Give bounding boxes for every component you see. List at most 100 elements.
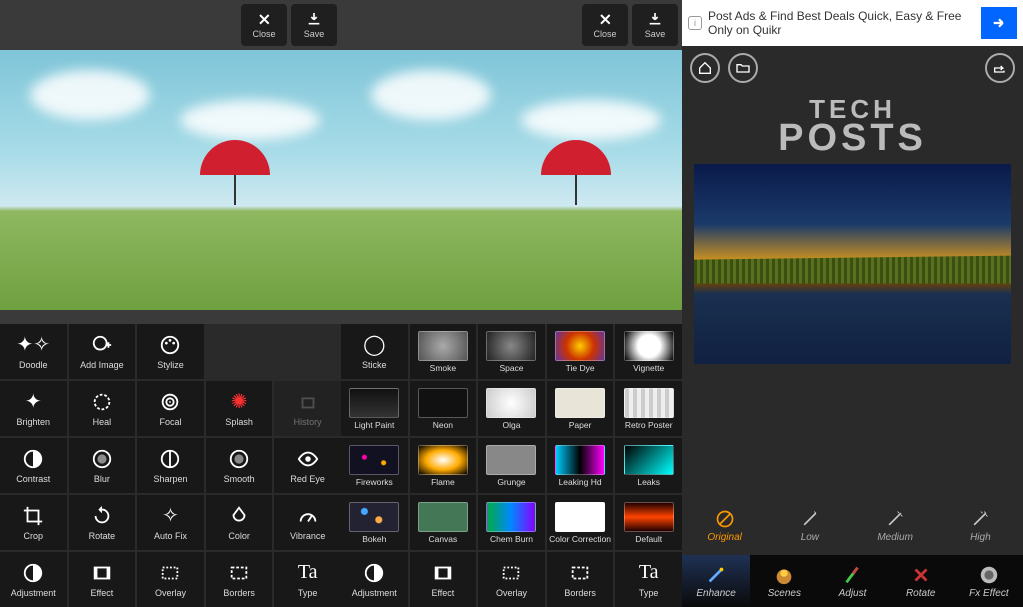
- effect-chem-burn[interactable]: Chem Burn: [478, 495, 545, 550]
- open-button[interactable]: [728, 53, 758, 83]
- effect-color-correction[interactable]: Color Correction: [547, 495, 614, 550]
- wand-low-icon: [800, 509, 820, 529]
- tool-heal[interactable]: Heal: [69, 381, 136, 436]
- drop-icon: [228, 505, 250, 527]
- tool-color[interactable]: Color: [206, 495, 273, 550]
- canvas-1[interactable]: [0, 50, 341, 310]
- strength-medium[interactable]: Medium: [853, 497, 938, 555]
- save-button[interactable]: Save: [291, 4, 337, 46]
- topbar-2: Close Save: [341, 0, 682, 50]
- overlay-icon: [500, 562, 522, 584]
- effect-smoke[interactable]: Smoke: [410, 324, 477, 379]
- tool-sharpen[interactable]: Sharpen: [137, 438, 204, 493]
- tool-blur[interactable]: Blur: [69, 438, 136, 493]
- share-icon: [992, 60, 1008, 76]
- tab-scenes[interactable]: Scenes: [750, 555, 818, 607]
- strength-high[interactable]: High: [938, 497, 1023, 555]
- close-icon: [256, 11, 272, 27]
- effect-vignette[interactable]: Vignette: [615, 324, 682, 379]
- tool-crop[interactable]: Crop: [0, 495, 67, 550]
- tool-doodle[interactable]: ✦✧Doodle: [0, 324, 67, 379]
- ad-info-icon: i: [688, 16, 702, 30]
- tool-add-image[interactable]: Add Image: [69, 324, 136, 379]
- tool-overlay-2[interactable]: Overlay: [478, 552, 545, 607]
- effect-default[interactable]: Default: [615, 495, 682, 550]
- effect-paper[interactable]: Paper: [547, 381, 614, 436]
- type-icon: Ta: [638, 562, 660, 584]
- sticker-icon: ◯: [363, 334, 385, 356]
- tool-splash[interactable]: ✺Splash: [206, 381, 273, 436]
- effect-tie-dye[interactable]: Tie Dye: [547, 324, 614, 379]
- target-icon: [159, 391, 181, 413]
- effect-light-paint[interactable]: Light Paint: [341, 381, 408, 436]
- close-icon: [597, 11, 613, 27]
- effect-grid: ◯Sticke Smoke Space Tie Dye Vignette Lig…: [341, 324, 682, 607]
- effect-retro-poster[interactable]: Retro Poster: [615, 381, 682, 436]
- tool-effect-2[interactable]: Effect: [410, 552, 477, 607]
- logo-line-2: POSTS: [682, 121, 1023, 155]
- history-icon: [297, 391, 319, 413]
- effect-leaks[interactable]: Leaks: [615, 438, 682, 493]
- tab-adjust[interactable]: Adjust: [818, 555, 886, 607]
- tool-stylize[interactable]: Stylize: [137, 324, 204, 379]
- wand-icon: ✧: [159, 505, 181, 527]
- effect-bokeh[interactable]: Bokeh: [341, 495, 408, 550]
- tool-vibrance[interactable]: Vibrance: [274, 495, 341, 550]
- arrow-right-icon: [990, 14, 1008, 32]
- preview-image[interactable]: [694, 164, 1011, 364]
- tool-contrast[interactable]: Contrast: [0, 438, 67, 493]
- tab-fx-effect[interactable]: Fx Effect: [955, 555, 1023, 607]
- close-button[interactable]: Close: [241, 4, 287, 46]
- effect-space[interactable]: Space: [478, 324, 545, 379]
- strength-row: Original Low Medium High: [682, 497, 1023, 555]
- close-button-2[interactable]: Close: [582, 4, 628, 46]
- wand-med-icon: [885, 509, 905, 529]
- add-image-icon: [91, 334, 113, 356]
- umbrella-graphic: [200, 140, 270, 205]
- tool-focal[interactable]: Focal: [137, 381, 204, 436]
- tool-borders-2[interactable]: Borders: [547, 552, 614, 607]
- tool-type[interactable]: TaType: [274, 552, 341, 607]
- tool-borders[interactable]: Borders: [206, 552, 273, 607]
- tool-brighten[interactable]: ✦Brighten: [0, 381, 67, 436]
- overlay-icon: [159, 562, 181, 584]
- tab-enhance[interactable]: Enhance: [682, 555, 750, 607]
- tool-effect[interactable]: Effect: [69, 552, 136, 607]
- canvas-2[interactable]: [341, 50, 682, 310]
- effect-fireworks[interactable]: Fireworks: [341, 438, 408, 493]
- smooth-icon: [228, 448, 250, 470]
- tool-adjustment[interactable]: Adjustment: [0, 552, 67, 607]
- strength-low[interactable]: Low: [767, 497, 852, 555]
- brighten-icon: ✦: [22, 391, 44, 413]
- strength-original[interactable]: Original: [682, 497, 767, 555]
- enhance-icon: [705, 564, 727, 586]
- effect-neon[interactable]: Neon: [410, 381, 477, 436]
- tool-auto-fix[interactable]: ✧Auto Fix: [137, 495, 204, 550]
- tool-adjustment-2[interactable]: Adjustment: [341, 552, 408, 607]
- tool-rotate[interactable]: Rotate: [69, 495, 136, 550]
- palette-icon: [159, 334, 181, 356]
- scenes-icon: [773, 564, 795, 586]
- tool-overlay[interactable]: Overlay: [137, 552, 204, 607]
- ad-go-button[interactable]: [981, 7, 1017, 39]
- effect-canvas[interactable]: Canvas: [410, 495, 477, 550]
- tab-rotate[interactable]: Rotate: [887, 555, 955, 607]
- share-button[interactable]: [985, 53, 1015, 83]
- close-label: Close: [252, 29, 275, 39]
- tool-smooth[interactable]: Smooth: [206, 438, 273, 493]
- effect-olga[interactable]: Olga: [478, 381, 545, 436]
- ad-banner[interactable]: i Post Ads & Find Best Deals Quick, Easy…: [682, 0, 1023, 46]
- tool-type-2[interactable]: TaType: [615, 552, 682, 607]
- effect-leaking-hd[interactable]: Leaking Hd: [547, 438, 614, 493]
- effect-flame[interactable]: Flame: [410, 438, 477, 493]
- heal-icon: [91, 391, 113, 413]
- umbrella-graphic: [541, 140, 611, 205]
- editor-panel-3: i Post Ads & Find Best Deals Quick, Easy…: [682, 0, 1023, 607]
- bottom-tabs: Enhance Scenes Adjust Rotate Fx Effect: [682, 555, 1023, 607]
- effect-grunge[interactable]: Grunge: [478, 438, 545, 493]
- home-button[interactable]: [690, 53, 720, 83]
- tool-sticker-partial[interactable]: ◯Sticke: [341, 324, 408, 379]
- prohibit-icon: [715, 509, 735, 529]
- tool-red-eye[interactable]: Red Eye: [274, 438, 341, 493]
- save-button-2[interactable]: Save: [632, 4, 678, 46]
